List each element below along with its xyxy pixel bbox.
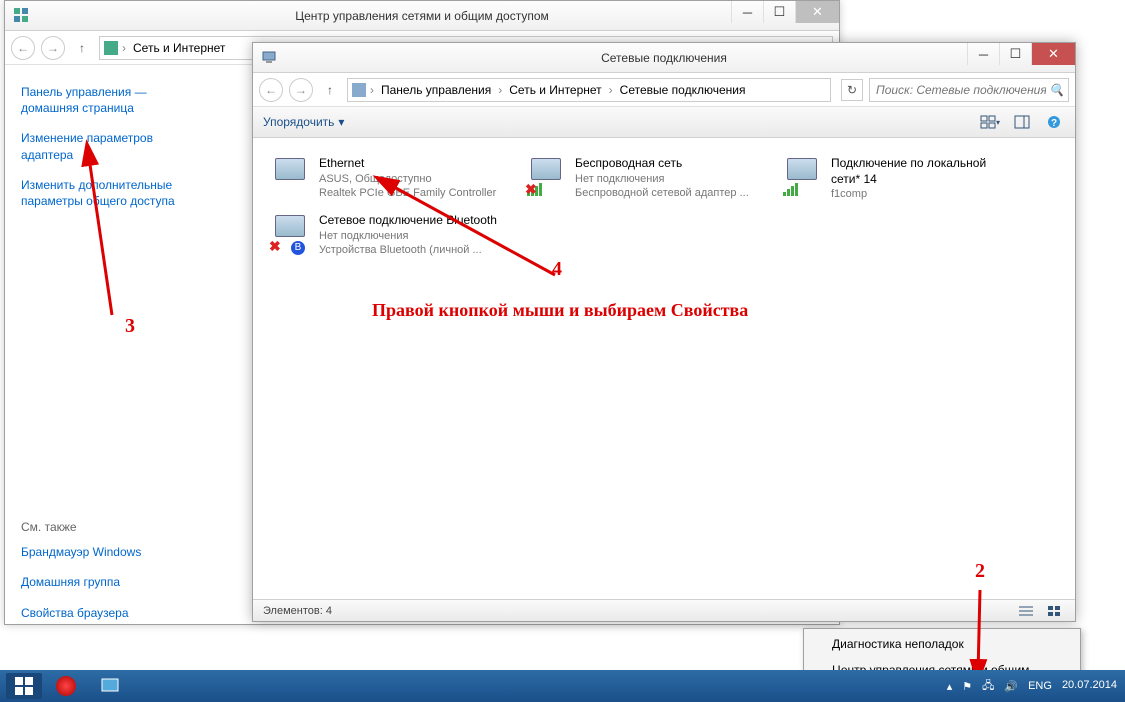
connection-text: EthernetASUS, ОбщедоступноRealtek PCIe G… — [319, 156, 496, 201]
connections-list: EthernetASUS, ОбщедоступноRealtek PCIe G… — [253, 140, 1075, 599]
sidebar-browser-link[interactable]: Свойства браузера — [21, 605, 199, 621]
up-button[interactable]: ↑ — [319, 79, 341, 101]
taskbar-app[interactable] — [90, 673, 130, 699]
connection-item[interactable]: Подключение по локальной сети* 14f1comp — [779, 154, 1015, 203]
minimize-button[interactable]: ─ — [967, 43, 999, 65]
opera-icon — [56, 676, 76, 696]
connection-icon: ✖B — [269, 213, 311, 255]
connection-status: Нет подключения — [575, 172, 749, 186]
taskbar-opera[interactable] — [46, 673, 86, 699]
large-icons-view-icon[interactable] — [1043, 601, 1065, 621]
titlebar[interactable]: Центр управления сетями и общим доступом… — [5, 1, 839, 31]
network-connections-window: Сетевые подключения ─ ☐ ✕ ← → ↑ › Панель… — [252, 42, 1076, 622]
breadcrumb-part[interactable]: Сеть и Интернет — [130, 41, 228, 55]
search-input[interactable]: 🔍 — [869, 78, 1069, 102]
sidebar: Панель управления — домашняя страница Из… — [5, 66, 215, 621]
connection-name: Беспроводная сеть — [575, 156, 749, 172]
connection-icon: ✖ — [525, 156, 567, 198]
taskbar[interactable] — [0, 670, 694, 702]
start-button[interactable] — [6, 673, 42, 699]
breadcrumb-p1[interactable]: Панель управления — [378, 83, 494, 97]
tray-lang[interactable]: ENG — [1028, 680, 1052, 692]
tray-network-icon[interactable]: 🖧 — [982, 677, 994, 696]
ctx-diagnostics[interactable]: Диагностика неполадок — [806, 631, 1078, 657]
nav-toolbar: ← → ↑ › Панель управления › Сеть и Интер… — [253, 73, 1075, 107]
connection-status: ASUS, Общедоступно — [319, 172, 496, 186]
tray-volume-icon[interactable]: 🔊 — [1004, 680, 1018, 693]
connection-device: f1comp — [831, 187, 1013, 201]
svg-text:?: ? — [1051, 118, 1057, 129]
back-button[interactable]: ← — [259, 78, 283, 102]
window-title: Центр управления сетями и общим доступом — [5, 9, 839, 23]
connection-icon — [781, 156, 823, 198]
back-button[interactable]: ← — [11, 36, 35, 60]
sidebar-adapter-link[interactable]: Изменение параметров адаптера — [21, 130, 199, 162]
close-button[interactable]: ✕ — [795, 1, 839, 23]
forward-button[interactable]: → — [289, 78, 313, 102]
help-button[interactable]: ? — [1043, 112, 1065, 132]
window-icon — [261, 49, 277, 65]
connection-device: Беспроводной сетевой адаптер ... — [575, 186, 749, 200]
item-count: Элементов: 4 — [263, 605, 332, 617]
connection-device: Устройства Bluetooth (личной ... — [319, 243, 497, 257]
breadcrumb-p3[interactable]: Сетевые подключения — [617, 83, 749, 97]
details-view-icon[interactable] — [1015, 601, 1037, 621]
tray-clock[interactable]: 20.07.2014 — [1062, 679, 1117, 692]
up-button[interactable]: ↑ — [71, 37, 93, 59]
connection-device: Realtek PCIe GBE Family Controller — [319, 186, 496, 200]
tray-flag-icon[interactable]: ⚑ — [962, 680, 972, 693]
window-title: Сетевые подключения — [253, 51, 1075, 65]
sidebar-firewall-link[interactable]: Брандмауэр Windows — [21, 544, 199, 560]
connection-name: Подключение по локальной сети* 14 — [831, 156, 1013, 187]
breadcrumb-p2[interactable]: Сеть и Интернет — [506, 83, 604, 97]
system-tray[interactable]: ▴ ⚑ 🖧 🔊 ENG 20.07.2014 — [694, 670, 1125, 702]
tray-chevron-up-icon[interactable]: ▴ — [947, 680, 953, 693]
connection-item[interactable]: EthernetASUS, ОбщедоступноRealtek PCIe G… — [267, 154, 503, 203]
connection-text: Сетевое подключение BluetoothНет подключ… — [319, 213, 497, 257]
preview-pane-button[interactable] — [1011, 112, 1033, 132]
connection-name: Ethernet — [319, 156, 496, 172]
command-bar: Упорядочить ▾ ▾ ? — [253, 107, 1075, 138]
window-icon — [13, 7, 29, 23]
sidebar-advanced-link[interactable]: Изменить дополнительные параметры общего… — [21, 177, 199, 209]
organize-button[interactable]: Упорядочить ▾ — [263, 115, 344, 129]
tray-date: 20.07.2014 — [1062, 679, 1117, 692]
connection-icon — [269, 156, 311, 198]
forward-button[interactable]: → — [41, 36, 65, 60]
organize-label: Упорядочить — [263, 115, 334, 129]
connection-text: Беспроводная сетьНет подключенияБеспрово… — [575, 156, 749, 201]
breadcrumb[interactable]: › Панель управления › Сеть и Интернет › … — [347, 78, 831, 102]
close-button[interactable]: ✕ — [1031, 43, 1075, 65]
sidebar-homegroup-link[interactable]: Домашняя группа — [21, 574, 199, 590]
chevron-down-icon: ▾ — [338, 115, 344, 129]
connection-item[interactable]: ✖BСетевое подключение BluetoothНет подкл… — [267, 211, 503, 259]
control-panel-icon — [104, 41, 118, 55]
connection-text: Подключение по локальной сети* 14f1comp — [831, 156, 1013, 201]
connection-item[interactable]: ✖Беспроводная сетьНет подключенияБеспров… — [523, 154, 759, 203]
search-icon: 🔍 — [1049, 83, 1064, 97]
connection-name: Сетевое подключение Bluetooth — [319, 213, 497, 229]
refresh-button[interactable]: ↻ — [841, 79, 863, 101]
search-field[interactable] — [876, 79, 1046, 101]
minimize-button[interactable]: ─ — [731, 1, 763, 23]
view-button[interactable]: ▾ — [979, 112, 1001, 132]
sidebar-home-link[interactable]: Панель управления — домашняя страница — [21, 84, 199, 116]
maximize-button[interactable]: ☐ — [763, 1, 795, 23]
connection-status: Нет подключения — [319, 229, 497, 243]
maximize-button[interactable]: ☐ — [999, 43, 1031, 65]
titlebar[interactable]: Сетевые подключения ─ ☐ ✕ — [253, 43, 1075, 73]
control-panel-icon — [352, 83, 366, 97]
status-bar: Элементов: 4 — [253, 599, 1075, 621]
sidebar-see-also: См. также — [21, 520, 199, 534]
